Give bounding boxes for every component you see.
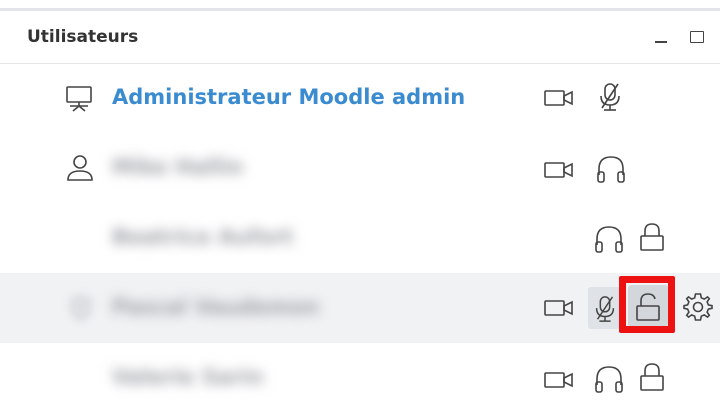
maximize-button[interactable] [686,26,708,48]
minimize-icon [655,41,667,43]
camera-icon[interactable] [543,367,575,393]
user-row[interactable]: Administrateur Moodle admin [0,63,720,133]
user-name[interactable]: Administrateur Moodle admin [112,85,465,109]
camera-icon[interactable] [543,295,575,321]
user-row[interactable]: Valerie Sarin [0,343,720,413]
lock-icon[interactable] [638,361,666,393]
microphone-muted-icon[interactable] [595,81,625,113]
user-name[interactable]: Beatrice Aufort [112,225,293,249]
panel-title: Utilisateurs [27,27,139,47]
maximize-icon [690,31,704,43]
user-name[interactable]: Pascal Vaudemon [112,295,319,319]
user-name[interactable]: Mike Hallin [112,155,243,179]
user-row[interactable]: Beatrice Aufort [0,203,720,273]
headphones-icon[interactable] [595,153,627,185]
minimize-button[interactable] [650,26,672,48]
gear-icon[interactable] [682,291,714,323]
user-name[interactable]: Valerie Sarin [112,365,264,389]
panel-header: Utilisateurs [0,11,720,64]
user-row[interactable]: Pascal Vaudemon [0,273,720,343]
camera-icon[interactable] [543,157,575,183]
camera-icon[interactable] [543,85,575,111]
user-row[interactable]: Mike Hallin [0,133,720,203]
shield-icon [66,291,96,325]
unlock-icon[interactable] [634,291,662,323]
user-icon [66,153,94,183]
presenter-icon [64,83,94,113]
headphones-icon[interactable] [593,363,625,395]
headphones-icon[interactable] [593,223,625,255]
microphone-muted-icon[interactable] [591,293,619,325]
lock-icon[interactable] [638,221,666,253]
